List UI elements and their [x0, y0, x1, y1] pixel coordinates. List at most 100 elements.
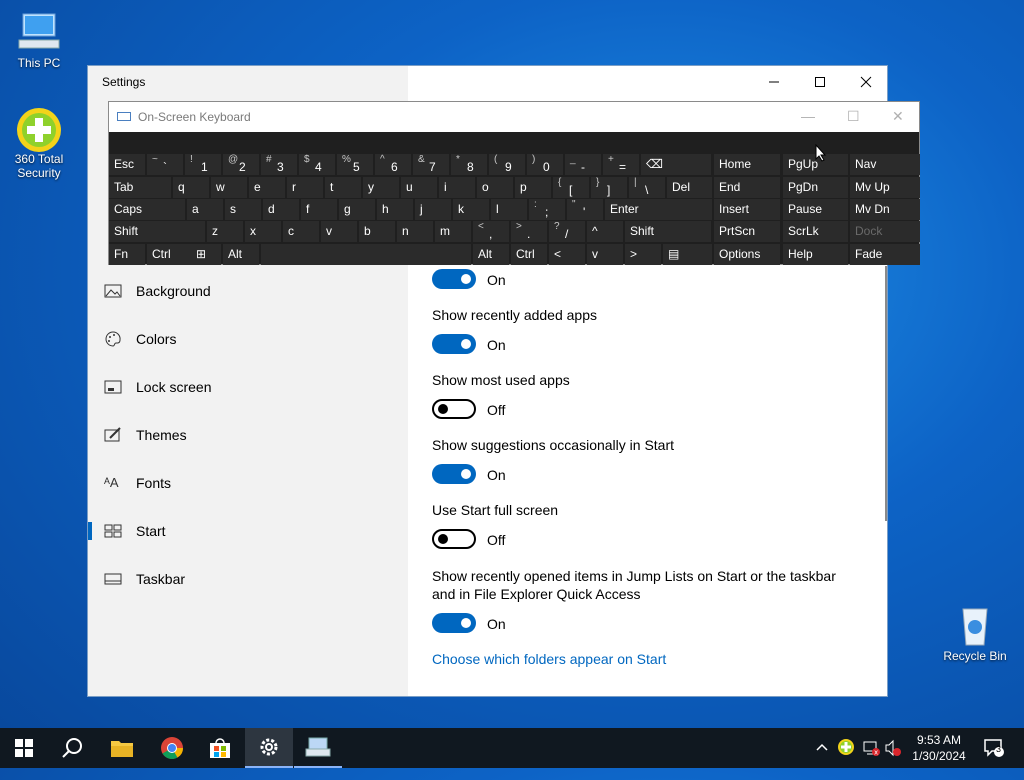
osk-key[interactable]: j	[415, 199, 451, 220]
osk-key[interactable]: | \	[629, 177, 665, 198]
osk-key[interactable]: Alt	[473, 244, 509, 265]
osk-key[interactable]: Ctrl	[511, 244, 547, 265]
osk-key[interactable]: i	[439, 177, 475, 198]
desktop-icon-this-pc[interactable]: This PC	[1, 10, 77, 70]
osk-key[interactable]: e	[249, 177, 285, 198]
osk-key[interactable]: PgDn	[783, 177, 848, 198]
osk-key[interactable]: $4	[299, 154, 335, 175]
osk-key[interactable]: p	[515, 177, 551, 198]
osk-key[interactable]: ScrLk	[783, 221, 848, 242]
osk-key[interactable]: Home	[714, 154, 780, 175]
osk-key[interactable]: ? /	[549, 221, 585, 242]
osk-key[interactable]: End	[714, 177, 780, 198]
osk-key[interactable]: d	[263, 199, 299, 220]
osk-key[interactable]: r	[287, 177, 323, 198]
osk-key[interactable]: :;	[529, 199, 565, 220]
minimize-button[interactable]	[751, 66, 797, 98]
osk-key[interactable]: Enter	[605, 199, 712, 220]
osk-key[interactable]: Pause	[783, 199, 848, 220]
osk-key[interactable]: (9	[489, 154, 525, 175]
osk-key[interactable]: a	[187, 199, 223, 220]
osk-key[interactable]: g	[339, 199, 375, 220]
osk-key[interactable]: ~ `	[147, 154, 183, 175]
osk-key[interactable]: v	[321, 221, 357, 242]
toggle-full-screen[interactable]	[432, 529, 476, 549]
osk-key[interactable]: " '	[567, 199, 603, 220]
search-button[interactable]	[48, 728, 96, 768]
osk-key[interactable]: <,	[473, 221, 509, 242]
scrollbar[interactable]	[885, 266, 887, 521]
osk-key[interactable]: Del	[667, 177, 712, 198]
start-button[interactable]	[0, 728, 48, 768]
osk-key[interactable]: Alt	[223, 244, 259, 265]
sidebar-item-fonts[interactable]: ᴬA Fonts	[88, 465, 408, 501]
maximize-button[interactable]	[797, 66, 843, 98]
osk-key[interactable]: & 7	[413, 154, 449, 175]
osk-key[interactable]: Ctrl	[147, 244, 197, 265]
osk-key[interactable]: >.	[511, 221, 547, 242]
sidebar-item-background[interactable]: Background	[88, 273, 408, 309]
osk-key[interactable]: z	[207, 221, 243, 242]
sidebar-item-themes[interactable]: Themes	[88, 417, 408, 453]
choose-folders-link[interactable]: Choose which folders appear on Start	[432, 651, 666, 667]
osk-key[interactable]: }]	[591, 177, 627, 198]
sidebar-item-start[interactable]: Start	[88, 513, 408, 549]
osk-key[interactable]: t	[325, 177, 361, 198]
osk-key[interactable]	[261, 244, 471, 265]
desktop-icon-360-total-security[interactable]: 360 Total Security	[1, 106, 77, 180]
osk-key[interactable]: Insert	[714, 199, 780, 220]
osk-key[interactable]: {[	[553, 177, 589, 198]
osk-key[interactable]: Mv Up	[850, 177, 920, 198]
osk-key[interactable]: s	[225, 199, 261, 220]
osk-key[interactable]: k	[453, 199, 489, 220]
osk-key[interactable]: Options	[714, 244, 780, 265]
action-center-button[interactable]: 3	[983, 738, 1005, 778]
show-hidden-icons-button[interactable]	[815, 740, 829, 780]
osk-key[interactable]: ^	[587, 221, 623, 242]
osk-key[interactable]: l	[491, 199, 527, 220]
osk-key[interactable]: x	[245, 221, 281, 242]
osk-key[interactable]: f	[301, 199, 337, 220]
osk-key[interactable]: h	[377, 199, 413, 220]
osk-key[interactable]: PrtScn	[714, 221, 780, 242]
osk-key[interactable]: ! 1	[185, 154, 221, 175]
network-icon[interactable]: x	[862, 739, 880, 779]
osk-key[interactable]: Fade	[850, 244, 920, 265]
toggle-most-used[interactable]	[432, 399, 476, 419]
osk-key[interactable]: >	[625, 244, 661, 265]
osk-key[interactable]: ⊞	[191, 244, 221, 265]
osk-key[interactable]: b	[359, 221, 395, 242]
osk-key[interactable]: m	[435, 221, 471, 242]
osk-key[interactable]: ▤	[663, 244, 712, 265]
osk-key[interactable]: + =	[603, 154, 639, 175]
osk-taskbar-button[interactable]	[294, 728, 342, 768]
osk-key[interactable]: Esc	[109, 154, 145, 175]
osk-key[interactable]: @2	[223, 154, 259, 175]
osk-key[interactable]: Shift	[625, 221, 711, 242]
osk-key[interactable]: ⌫	[641, 154, 711, 175]
chrome-button[interactable]	[148, 728, 196, 768]
osk-key[interactable]: ^ 6	[375, 154, 411, 175]
osk-key[interactable]: Tab	[109, 177, 171, 198]
osk-key[interactable]: u	[401, 177, 437, 198]
osk-key[interactable]: w	[211, 177, 247, 198]
osk-maximize-button[interactable]: ☐	[847, 108, 860, 125]
osk-key[interactable]: o	[477, 177, 513, 198]
osk-key[interactable]: Mv Dn	[850, 199, 920, 220]
toggle-switch[interactable]	[432, 269, 476, 289]
osk-key[interactable]: ) 0	[527, 154, 563, 175]
osk-minimize-button[interactable]: —	[801, 108, 815, 124]
osk-key[interactable]: c	[283, 221, 319, 242]
360-tray-icon[interactable]	[838, 739, 854, 779]
volume-muted-icon[interactable]	[884, 739, 902, 779]
osk-key[interactable]: Shift	[109, 221, 205, 242]
settings-taskbar-button[interactable]	[245, 728, 293, 768]
sidebar-item-colors[interactable]: Colors	[88, 321, 408, 357]
sidebar-item-taskbar[interactable]: Taskbar	[88, 561, 408, 597]
sidebar-item-lock-screen[interactable]: Lock screen	[88, 369, 408, 405]
osk-key[interactable]: n	[397, 221, 433, 242]
osk-key[interactable]: v	[587, 244, 623, 265]
osk-close-button[interactable]: ✕	[892, 108, 904, 125]
osk-key[interactable]: Dock	[850, 221, 920, 242]
osk-key[interactable]: % 5	[337, 154, 373, 175]
